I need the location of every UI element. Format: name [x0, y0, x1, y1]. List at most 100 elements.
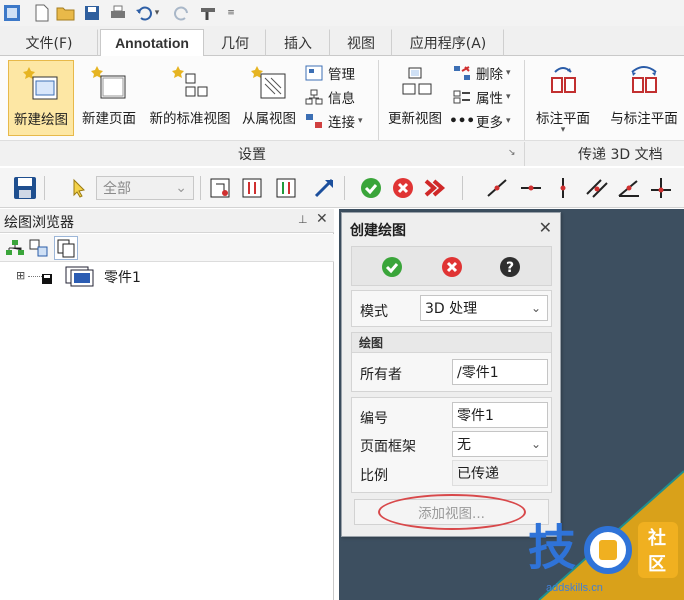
accept-icon[interactable] — [358, 176, 384, 200]
connect-icon — [304, 112, 324, 130]
update-view-button[interactable]: 更新视图 — [382, 60, 448, 136]
with-annotation-plane-button[interactable]: 与标注平面 — [604, 60, 684, 136]
tab-application[interactable]: 应用程序(A) — [392, 29, 504, 56]
page-frame-value: 无 — [457, 437, 471, 453]
expand-plus-icon[interactable]: ⊞ — [16, 269, 25, 282]
new-page-label: 新建页面 — [82, 111, 136, 127]
new-standard-view-button[interactable]: 新的标准视图 — [144, 60, 236, 136]
highlight-ellipse — [378, 494, 526, 530]
new-file-icon[interactable] — [32, 3, 52, 23]
more-button[interactable]: ••• 更多 ▾ — [449, 110, 511, 132]
new-standard-view-label: 新的标准视图 — [149, 111, 231, 127]
angle-line-icon[interactable] — [616, 176, 642, 200]
new-drawing-label: 新建绘图 — [14, 112, 68, 128]
undo-dropdown-icon[interactable]: ▾ — [152, 3, 162, 23]
customize-qat-icon[interactable]: ≡ — [226, 3, 236, 23]
toolbar-separator — [344, 176, 345, 200]
owner-label: 所有者 — [360, 367, 402, 383]
delete-dropdown-icon[interactable]: ▾ — [506, 68, 511, 78]
ok-icon[interactable] — [381, 256, 403, 282]
page-frame-label: 页面框架 — [360, 439, 416, 455]
dialog-title: 创建绘图 — [350, 223, 406, 239]
cancel-icon[interactable] — [390, 176, 416, 200]
ribbon-tab-row: 文件(F) Annotation 几何 插入 视图 应用程序(A) — [0, 26, 684, 57]
scale-field: 已传递 — [452, 460, 548, 486]
tab-annotation[interactable]: Annotation — [100, 29, 204, 57]
vertical-line-icon[interactable] — [550, 176, 576, 200]
more-icon: ••• — [449, 113, 475, 129]
undo-icon[interactable] — [134, 3, 154, 23]
annotation-plane-dropdown-icon[interactable]: ▾ — [561, 125, 566, 135]
delete-label: 删除 — [476, 67, 503, 83]
dialog-close-icon[interactable]: ✕ — [539, 218, 552, 237]
new-drawing-button[interactable]: 新建绘图 — [8, 60, 74, 136]
dialog-launcher-icon[interactable]: ↘ — [508, 148, 516, 158]
watermark-char-she: 社 — [648, 528, 666, 549]
ribbon: 新建绘图 新建页面 新的标准视图 从属视图 管理 信息 连接 ▾ 更新视图 删除… — [0, 56, 684, 166]
more-dropdown-icon[interactable]: ▾ — [506, 116, 511, 126]
tab-insert[interactable]: 插入 — [266, 29, 330, 56]
dependent-view-button[interactable]: 从属视图 — [238, 60, 300, 136]
tab-view[interactable]: 视图 — [330, 29, 392, 56]
page-frame-select[interactable]: 无 ⌄ — [452, 431, 548, 457]
properties-button[interactable]: 属性 ▾ — [452, 86, 511, 108]
mode-value: 3D 处理 — [425, 301, 478, 317]
view-tool-3-icon[interactable] — [274, 176, 300, 200]
tools-icon[interactable] — [198, 3, 224, 23]
properties-icon — [452, 88, 472, 106]
properties-dropdown-icon[interactable]: ▾ — [506, 92, 511, 102]
drawing-section-header: 绘图 — [352, 333, 551, 353]
ribbon-separator — [524, 142, 525, 166]
mode-label: 模式 — [360, 304, 388, 320]
cancel-icon[interactable] — [441, 256, 463, 282]
annotation-plane-button[interactable]: 标注平面 ▾ — [528, 60, 598, 136]
pin-icon[interactable]: ⊥ — [298, 213, 308, 226]
pages-view-icon[interactable] — [54, 236, 78, 260]
views-filter-icon[interactable] — [28, 238, 50, 258]
drawing-browser-header: 绘图浏览器 ⊥ ✕ — [0, 209, 334, 233]
with-annotation-plane-label: 与标注平面 — [610, 111, 678, 127]
number-field[interactable]: 零件1 — [452, 402, 548, 428]
line-tool-icon[interactable] — [484, 176, 510, 200]
properties-label: 属性 — [476, 91, 503, 107]
chevron-down-icon: ⌄ — [530, 301, 541, 315]
manage-label: 管理 — [328, 67, 355, 83]
app-icon[interactable] — [2, 3, 22, 23]
horizontal-line-icon[interactable] — [518, 176, 544, 200]
perpendicular-line-icon[interactable] — [648, 176, 674, 200]
save-drawing-icon[interactable] — [12, 176, 38, 200]
parallel-lines-icon[interactable] — [584, 176, 610, 200]
tab-geometry[interactable]: 几何 — [204, 29, 266, 56]
tree-view-icon[interactable] — [4, 238, 26, 258]
info-label: 信息 — [328, 91, 355, 107]
select-arrow-icon[interactable] — [66, 176, 92, 200]
toolbar-separator — [462, 176, 463, 200]
save-icon[interactable] — [82, 3, 102, 23]
manage-button[interactable]: 管理 — [304, 62, 355, 84]
selection-filter-select[interactable]: 全部 ⌄ — [96, 176, 194, 200]
redo-icon[interactable] — [172, 3, 192, 23]
move-arrow-icon[interactable] — [312, 176, 338, 200]
owner-field[interactable]: /零件1 — [452, 359, 548, 385]
view-tool-2-icon[interactable] — [240, 176, 266, 200]
selection-filter-value: 全部 — [103, 181, 131, 197]
tab-file[interactable]: 文件(F) — [0, 29, 98, 56]
tree-item-part[interactable]: 零件1 — [104, 267, 141, 287]
connect-dropdown-icon[interactable]: ▾ — [358, 116, 363, 126]
toolbar-separator — [44, 176, 45, 200]
dialog-action-bar: ? — [351, 246, 552, 286]
update-view-label: 更新视图 — [388, 111, 442, 127]
info-icon — [304, 88, 324, 106]
help-icon[interactable]: ? — [499, 256, 521, 282]
view-tool-1-icon[interactable] — [208, 176, 234, 200]
delete-button[interactable]: 删除 ▾ — [452, 62, 511, 84]
cancel-all-icon[interactable] — [422, 176, 448, 200]
mode-select[interactable]: 3D 处理 ⌄ — [420, 295, 548, 321]
plus-icon — [599, 540, 617, 560]
open-folder-icon[interactable] — [56, 3, 76, 23]
close-icon[interactable]: ✕ — [316, 211, 328, 227]
connect-button[interactable]: 连接 ▾ — [304, 110, 363, 132]
new-page-button[interactable]: 新建页面 — [76, 60, 142, 136]
print-icon[interactable] — [108, 3, 128, 23]
info-button[interactable]: 信息 — [304, 86, 355, 108]
